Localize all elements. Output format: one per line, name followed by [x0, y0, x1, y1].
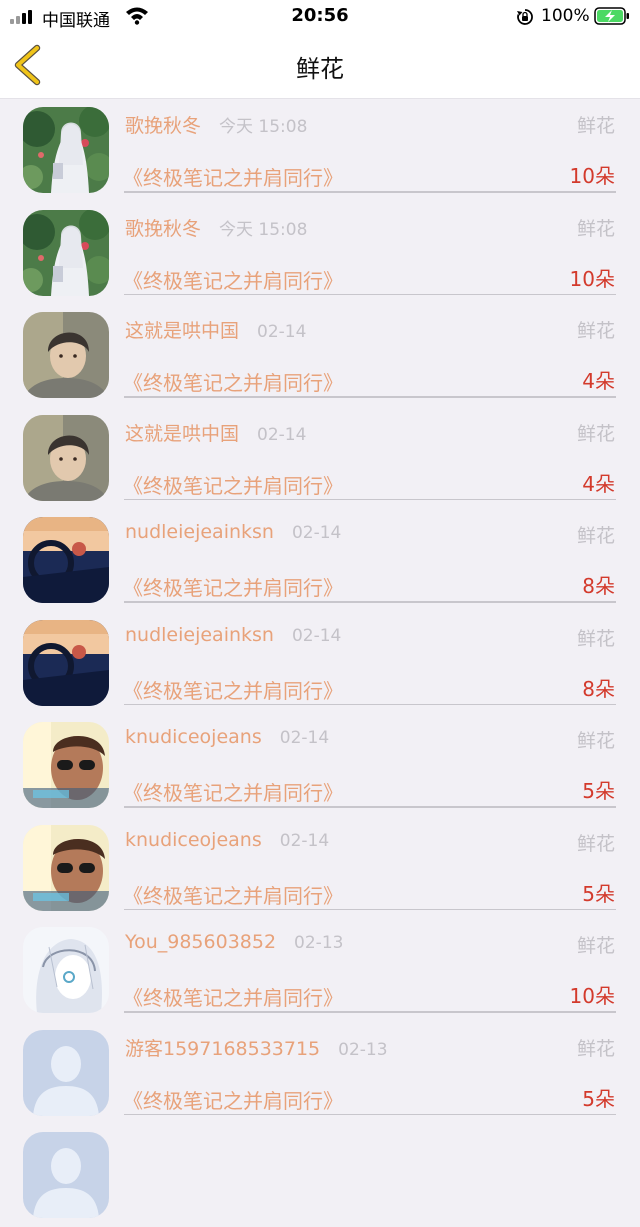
- divider: [124, 1011, 616, 1013]
- timestamp: 02-14: [291, 523, 342, 543]
- username: 歌挽秋冬 今天 15:08: [125, 217, 308, 240]
- battery-percentage: 100%: [541, 6, 590, 26]
- book-title[interactable]: 《终极笔记之并肩同行》: [123, 265, 343, 294]
- gift-count: 8朵: [582, 676, 615, 701]
- gift-type: 鲜花: [576, 730, 615, 752]
- book-title[interactable]: 《终极笔记之并肩同行》: [123, 777, 343, 806]
- gift-count: 5朵: [582, 779, 615, 803]
- gift-type: 鲜花: [576, 217, 615, 240]
- page-title: 鲜花: [296, 55, 344, 83]
- username: 这就是哄中国 02-14: [125, 422, 307, 445]
- avatar[interactable]: [23, 414, 109, 501]
- avatar[interactable]: [23, 1029, 109, 1116]
- gift-type: 鲜花: [576, 320, 615, 342]
- avatar[interactable]: [23, 312, 109, 398]
- timestamp: 02-13: [338, 1039, 388, 1060]
- gift-type: 鲜花: [576, 832, 615, 855]
- book-title[interactable]: 《终极笔记之并肩同行》: [123, 470, 343, 499]
- list-item[interactable]: 这就是哄中国 02-14 鲜花 《终极笔记之并肩同行》 4朵: [0, 407, 640, 510]
- gift-type: 鲜花: [576, 115, 615, 137]
- gift-count: 5朵: [582, 1086, 615, 1111]
- username: 歌挽秋冬 今天 15:08: [125, 115, 308, 137]
- avatar[interactable]: [23, 927, 109, 1013]
- gift-count: 10朵: [569, 266, 615, 291]
- username: knudiceojeans 02-14: [125, 828, 330, 851]
- gift-type: 鲜花: [576, 422, 615, 445]
- divider: [124, 498, 616, 500]
- timestamp: 02-14: [279, 830, 330, 851]
- gift-record-list[interactable]: 歌挽秋冬 今天 15:08 鲜花 《终极笔记之并肩同行》 10朵 歌挽秋冬 今天 1…: [0, 99, 640, 1227]
- gift-count: 4朵: [582, 471, 615, 496]
- list-item[interactable]: 游客1597168533715 02-13 鲜花 《终极笔记之并肩同行》 5朵: [0, 1022, 640, 1125]
- username: 这就是哄中国 02-14: [125, 320, 307, 342]
- navigation-bar: 鲜花: [0, 32, 640, 99]
- gift-type: 鲜花: [576, 627, 615, 650]
- book-title[interactable]: 《终极笔记之并肩同行》: [123, 675, 343, 704]
- gift-type: 鲜花: [576, 1037, 615, 1060]
- gift-count: 10朵: [569, 164, 615, 188]
- divider: [124, 396, 616, 398]
- status-bar: 中国联通 20:56 100%: [0, 0, 640, 32]
- timestamp: 02-14: [279, 728, 330, 748]
- gift-type: 鲜花: [576, 935, 615, 957]
- gift-count: 5朵: [582, 881, 615, 906]
- battery-charging-icon: [594, 7, 629, 25]
- divider: [124, 806, 616, 808]
- username: nudleiejeainksn 02-14: [125, 623, 342, 646]
- list-item[interactable]: 歌挽秋冬 今天 15:08 鲜花 《终极笔记之并肩同行》 10朵: [0, 202, 640, 305]
- book-title[interactable]: 《终极笔记之并肩同行》: [123, 367, 343, 396]
- book-title[interactable]: 《终极笔记之并肩同行》: [123, 880, 343, 909]
- list-item[interactable]: 歌挽秋冬 今天 15:08 鲜花 《终极笔记之并肩同行》 10朵: [0, 99, 640, 202]
- list-item-partial[interactable]: [0, 1124, 640, 1227]
- list-item[interactable]: nudleiejeainksn 02-14 鲜花 《终极笔记之并肩同行》 8朵: [0, 509, 640, 612]
- avatar[interactable]: [23, 619, 109, 706]
- timestamp: 今天 15:08: [219, 117, 308, 137]
- divider: [124, 703, 616, 705]
- divider: [124, 1113, 616, 1115]
- username: 游客1597168533715 02-13: [125, 1037, 388, 1060]
- gift-type: 鲜花: [576, 525, 615, 547]
- gift-count: 4朵: [582, 369, 615, 393]
- timestamp: 02-13: [294, 933, 344, 953]
- username: nudleiejeainksn 02-14: [125, 521, 342, 543]
- book-title[interactable]: 《终极笔记之并肩同行》: [123, 572, 343, 601]
- avatar[interactable]: [23, 209, 109, 296]
- book-title[interactable]: 《终极笔记之并肩同行》: [123, 1085, 343, 1114]
- avatar[interactable]: [23, 1132, 109, 1218]
- timestamp: 今天 15:08: [219, 219, 308, 240]
- username: You_985603852 02-13: [125, 931, 344, 953]
- list-item[interactable]: You_985603852 02-13 鲜花 《终极笔记之并肩同行》 10朵: [0, 919, 640, 1022]
- timestamp: 02-14: [257, 424, 307, 445]
- list-item[interactable]: knudiceojeans 02-14 鲜花 《终极笔记之并肩同行》 5朵: [0, 817, 640, 920]
- username: knudiceojeans 02-14: [125, 726, 330, 748]
- book-title[interactable]: 《终极笔记之并肩同行》: [123, 162, 343, 191]
- timestamp: 02-14: [257, 322, 307, 342]
- divider: [124, 601, 616, 603]
- book-title[interactable]: 《终极笔记之并肩同行》: [123, 982, 343, 1011]
- list-item[interactable]: knudiceojeans 02-14 鲜花 《终极笔记之并肩同行》 5朵: [0, 714, 640, 817]
- list-item[interactable]: 这就是哄中国 02-14 鲜花 《终极笔记之并肩同行》 4朵: [0, 304, 640, 407]
- gift-count: 8朵: [582, 574, 615, 598]
- list-item[interactable]: nudleiejeainksn 02-14 鲜花 《终极笔记之并肩同行》 8朵: [0, 612, 640, 715]
- avatar[interactable]: [23, 107, 109, 193]
- avatar[interactable]: [23, 517, 109, 603]
- divider: [124, 908, 616, 910]
- rotation-lock-icon: [517, 9, 533, 25]
- divider: [124, 191, 616, 193]
- gift-count: 10朵: [569, 984, 615, 1008]
- avatar[interactable]: [23, 824, 109, 911]
- avatar[interactable]: [23, 722, 109, 808]
- divider: [124, 293, 616, 295]
- timestamp: 02-14: [291, 625, 342, 646]
